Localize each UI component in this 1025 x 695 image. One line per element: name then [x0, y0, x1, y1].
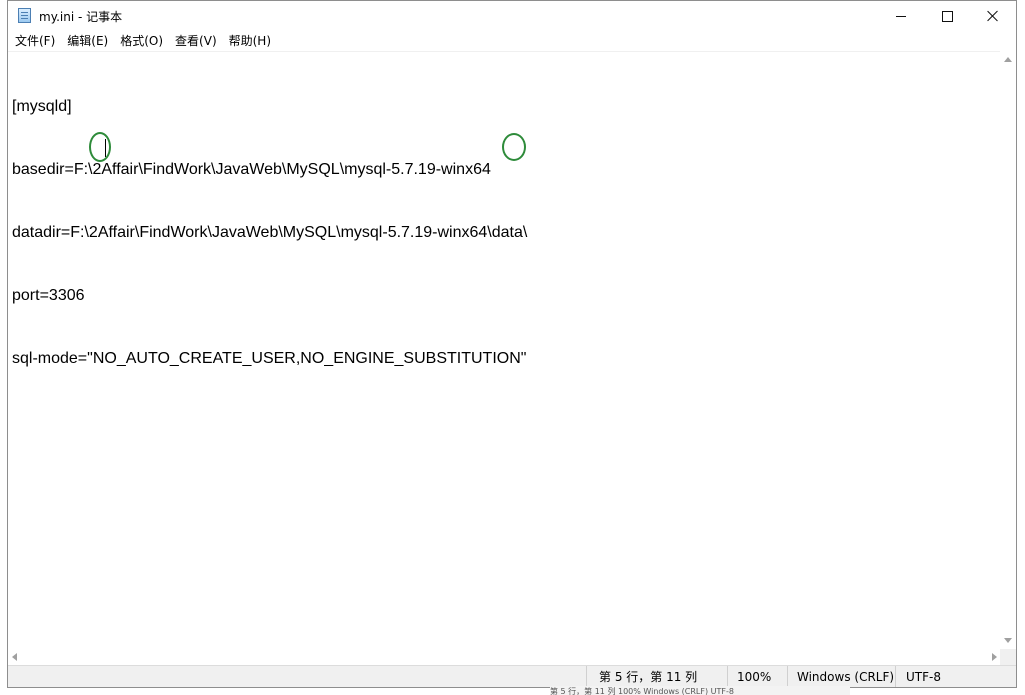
scroll-down-icon[interactable]: [1004, 638, 1012, 643]
text-editor-area[interactable]: [mysqld] basedir=F:\2Affair\FindWork\Jav…: [8, 51, 1001, 650]
background-window-strip: 第 5 行，第 11 列 100% Windows (CRLF) UTF-8: [550, 686, 850, 695]
notepad-icon: [18, 8, 31, 23]
menu-format[interactable]: 格式(O): [114, 31, 169, 51]
horizontal-scrollbar[interactable]: [8, 649, 1001, 665]
text-line[interactable]: basedir=F:\2Affair\FindWork\JavaWeb\MySQ…: [12, 159, 527, 180]
cursor-position: 第 5 行，第 11 列: [586, 666, 727, 687]
editor-content[interactable]: [mysqld] basedir=F:\2Affair\FindWork\Jav…: [12, 54, 527, 411]
menu-help[interactable]: 帮助(H): [223, 31, 277, 51]
minimize-button[interactable]: [878, 1, 924, 31]
text-line[interactable]: datadir=F:\2Affair\FindWork\JavaWeb\MySQ…: [12, 222, 527, 243]
notepad-window: my.ini - 记事本 文件(F) 编辑(E) 格式(O) 查看(V) 帮助(…: [7, 0, 1017, 688]
vertical-scrollbar[interactable]: [1000, 51, 1016, 649]
menu-file[interactable]: 文件(F): [9, 31, 61, 51]
scroll-left-icon[interactable]: [12, 653, 17, 661]
maximize-icon: [941, 10, 953, 22]
window-title: my.ini - 记事本: [39, 10, 123, 24]
menu-view[interactable]: 查看(V): [169, 31, 223, 51]
encoding: UTF-8: [895, 666, 1016, 687]
text-line[interactable]: port=3306: [12, 285, 527, 306]
zoom-level: 100%: [727, 666, 787, 687]
maximize-button[interactable]: [924, 1, 970, 31]
scroll-right-icon[interactable]: [992, 653, 997, 661]
minimize-icon: [896, 15, 906, 17]
close-button[interactable]: [970, 1, 1016, 31]
text-line[interactable]: [mysqld]: [12, 96, 527, 117]
close-icon: [987, 10, 999, 22]
annotation-circle-open-quote: [89, 132, 111, 162]
annotation-circle-close-quote: [502, 133, 526, 161]
text-line[interactable]: sql-mode="NO_AUTO_CREATE_USER,NO_ENGINE_…: [12, 348, 527, 369]
status-bar: 第 5 行，第 11 列 100% Windows (CRLF) UTF-8: [8, 665, 1016, 687]
menu-bar: 文件(F) 编辑(E) 格式(O) 查看(V) 帮助(H): [8, 31, 1016, 51]
line-ending: Windows (CRLF): [787, 666, 907, 687]
scroll-up-icon[interactable]: [1004, 57, 1012, 62]
title-bar[interactable]: my.ini - 记事本: [8, 1, 1016, 31]
menu-edit[interactable]: 编辑(E): [61, 31, 114, 51]
scrollbar-corner: [1000, 649, 1016, 665]
